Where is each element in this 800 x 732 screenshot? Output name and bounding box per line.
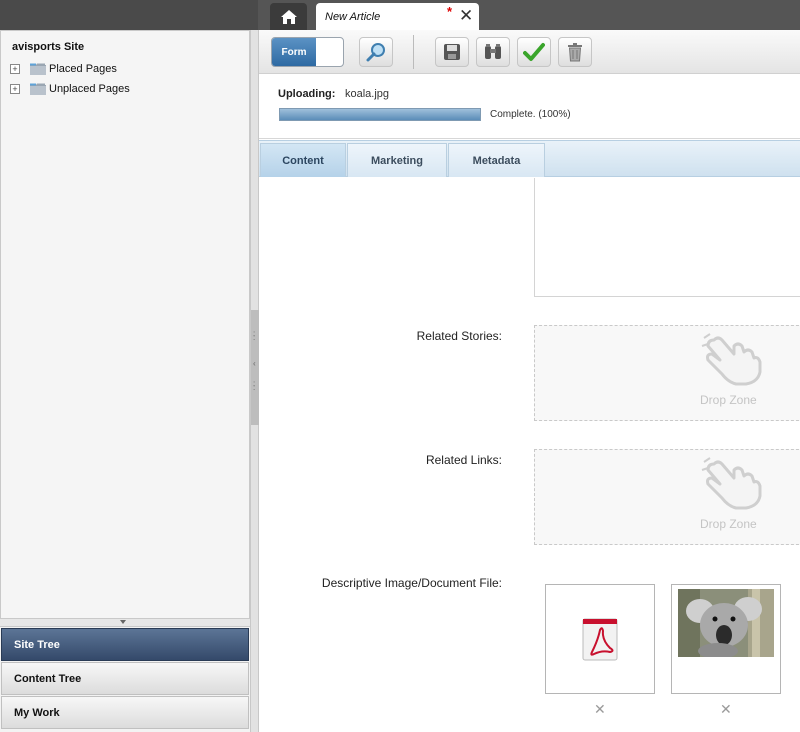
delete-icon: [568, 43, 582, 62]
nav-content-tree[interactable]: Content Tree: [1, 662, 249, 695]
tab-bar-left-fill: [0, 0, 258, 30]
divider-grip[interactable]: :: ‹ ::: [251, 310, 259, 425]
home-tab[interactable]: [270, 3, 307, 30]
vertical-divider[interactable]: :: ‹ ::: [251, 30, 259, 732]
panel-splitter[interactable]: [0, 619, 250, 627]
toolbar: Form: [259, 30, 800, 74]
left-panel: avisports Site + Placed Pages + Unplaced…: [0, 30, 251, 732]
close-tab-icon[interactable]: ✕: [459, 7, 473, 24]
expand-icon[interactable]: +: [10, 64, 20, 74]
tree-item-unplaced-pages[interactable]: + Unplaced Pages: [10, 81, 130, 97]
image-attachment-thumbnail[interactable]: [671, 584, 781, 694]
folder-icon: [30, 83, 46, 95]
form-area: Related Stories: Drop Zone Related Links…: [259, 178, 800, 732]
grip-dots-icon: ::: [253, 379, 256, 392]
document-tab-title: New Article: [325, 11, 381, 23]
tree-item-placed-pages[interactable]: + Placed Pages: [10, 61, 117, 77]
find-icon: [485, 44, 501, 59]
tab-metadata[interactable]: Metadata: [448, 143, 545, 177]
content-tabs: Content Marketing Metadata: [259, 140, 800, 177]
upload-label: Uploading:: [278, 88, 336, 100]
descriptive-image-label: Descriptive Image/Document File:: [321, 576, 502, 590]
tab-marketing[interactable]: Marketing: [347, 143, 447, 177]
body-text-field[interactable]: [534, 178, 800, 297]
upload-progress-text: Complete. (100%): [490, 109, 571, 120]
tab-bar: New Article * ✕: [0, 0, 800, 30]
grip-arrow-icon: ‹: [253, 359, 256, 368]
tree-item-label: Placed Pages: [49, 63, 117, 75]
remove-image-icon[interactable]: ✕: [720, 701, 732, 718]
drop-zone-text: Drop Zone: [700, 393, 757, 407]
tree-item-label: Unplaced Pages: [49, 83, 130, 95]
related-links-drop-zone[interactable]: Drop Zone: [534, 449, 800, 545]
pdf-attachment-thumbnail[interactable]: [545, 584, 655, 694]
grip-dots-icon: ::: [253, 329, 256, 342]
form-mode-toggle[interactable]: Form: [271, 37, 344, 67]
upload-progress-fill: [280, 109, 480, 120]
delete-button[interactable]: [558, 37, 592, 67]
remove-pdf-icon[interactable]: ✕: [594, 701, 606, 718]
related-links-label: Related Links:: [425, 453, 502, 467]
nav-my-work[interactable]: My Work: [1, 696, 249, 729]
save-icon: [444, 44, 460, 60]
related-stories-drop-zone[interactable]: Drop Zone: [534, 325, 800, 421]
drop-zone-text: Drop Zone: [700, 517, 757, 531]
upload-progress-bar: [279, 108, 481, 121]
unsaved-marker: *: [447, 4, 453, 19]
preview-icon: [366, 43, 385, 62]
pdf-file-icon: [582, 618, 618, 661]
site-tree-panel: avisports Site + Placed Pages + Unplaced…: [0, 30, 250, 619]
preview-button[interactable]: [359, 37, 393, 67]
form-mode-label: Form: [272, 38, 316, 66]
toolbar-separator: [413, 35, 414, 69]
drag-hand-icon: [701, 457, 762, 510]
approve-icon: [523, 43, 545, 61]
upload-status: Uploading: koala.jpg Complete. (100%): [259, 75, 800, 139]
upload-filename: koala.jpg: [345, 88, 390, 100]
save-button[interactable]: [435, 37, 469, 67]
koala-image: [678, 589, 774, 657]
home-icon: [280, 9, 297, 24]
expand-icon[interactable]: +: [10, 84, 20, 94]
related-stories-label: Related Stories:: [416, 329, 502, 343]
nav-site-tree[interactable]: Site Tree: [1, 628, 249, 661]
document-tab[interactable]: New Article * ✕: [316, 3, 479, 30]
approve-button[interactable]: [517, 37, 551, 67]
folder-icon: [30, 63, 46, 75]
find-button[interactable]: [476, 37, 510, 67]
site-title: avisports Site: [12, 41, 85, 53]
collapse-arrow-icon[interactable]: [120, 620, 126, 624]
tab-content[interactable]: Content: [260, 143, 346, 177]
drag-hand-icon: [701, 333, 762, 386]
